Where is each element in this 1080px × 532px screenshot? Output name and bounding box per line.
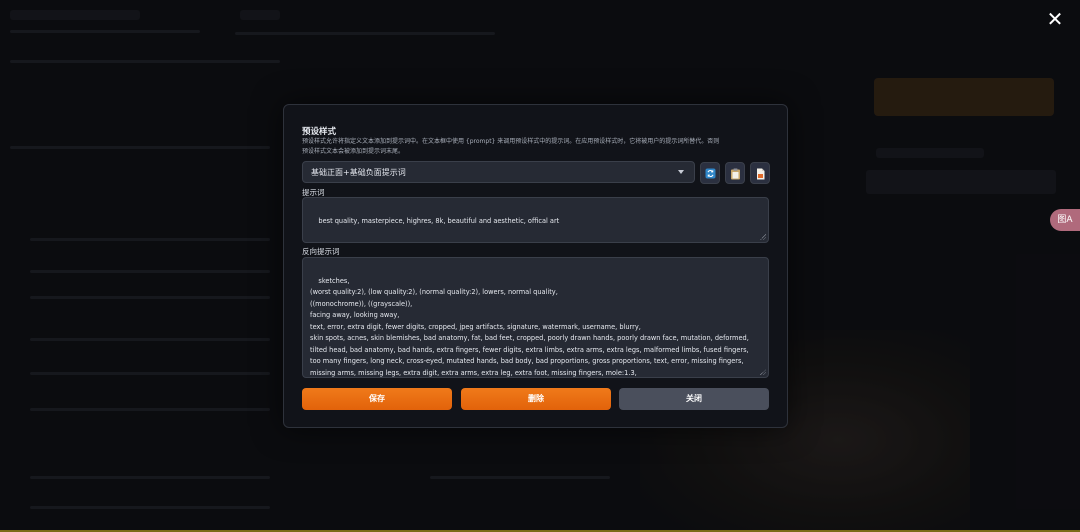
style-select-value: 基础正面+基础负面提示词 <box>311 168 406 177</box>
modal-title: 预设样式 <box>302 127 337 137</box>
save-button[interactable]: 保存 <box>302 388 452 410</box>
modal-description: 预设样式允许将指定义文本添加到提示词中。在文本框中使用 {prompt} 来调用… <box>302 138 720 155</box>
close-button[interactable]: 关闭 <box>619 388 769 410</box>
paste-button[interactable] <box>750 162 770 184</box>
chevron-down-icon <box>678 170 684 174</box>
resize-handle-icon[interactable] <box>760 234 766 240</box>
styles-modal: 预设样式 预设样式允许将指定义文本添加到提示词中。在文本框中使用 {prompt… <box>283 104 788 428</box>
resize-handle-icon[interactable] <box>760 369 766 375</box>
negative-prompt-text: sketches, (worst quality:2), (low qualit… <box>310 276 749 377</box>
refresh-button[interactable] <box>700 162 720 184</box>
delete-button[interactable]: 删除 <box>461 388 611 410</box>
close-overlay-icon[interactable]: ✕ <box>1044 8 1066 30</box>
negative-prompt-textarea[interactable]: sketches, (worst quality:2), (low qualit… <box>302 257 769 378</box>
side-tab-chip[interactable]: 图A <box>1050 209 1080 231</box>
prompt-textarea[interactable]: best quality, masterpiece, highres, 8k, … <box>302 197 769 243</box>
copy-button[interactable] <box>725 162 745 184</box>
negative-prompt-label: 反向提示词 <box>302 247 340 256</box>
prompt-text: best quality, masterpiece, highres, 8k, … <box>318 216 560 225</box>
style-select[interactable]: 基础正面+基础负面提示词 <box>302 161 695 183</box>
